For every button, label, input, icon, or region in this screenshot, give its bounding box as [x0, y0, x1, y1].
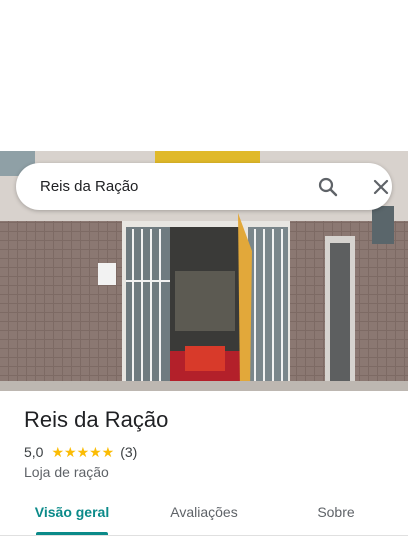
- tab-reviews[interactable]: Avaliações: [154, 494, 254, 534]
- tabs-divider: [0, 535, 408, 536]
- place-tabs: Visão geral Avaliações Sobre: [0, 494, 408, 536]
- star-rating-icon: ★★★★★: [51, 443, 115, 460]
- close-icon[interactable]: [369, 175, 393, 199]
- rating-value: 5,0: [24, 444, 44, 460]
- tab-about[interactable]: Sobre: [286, 494, 386, 534]
- tab-overview[interactable]: Visão geral: [22, 494, 122, 534]
- search-input[interactable]: Reis da Ração: [40, 163, 138, 210]
- place-category[interactable]: Loja de ração: [24, 464, 109, 480]
- place-title: Reis da Ração: [24, 407, 169, 432]
- rating-row[interactable]: 5,0 ★★★★★ (3): [24, 443, 137, 461]
- review-count[interactable]: (3): [120, 444, 137, 460]
- search-bar[interactable]: Reis da Ração: [16, 163, 392, 210]
- search-icon[interactable]: [316, 175, 340, 199]
